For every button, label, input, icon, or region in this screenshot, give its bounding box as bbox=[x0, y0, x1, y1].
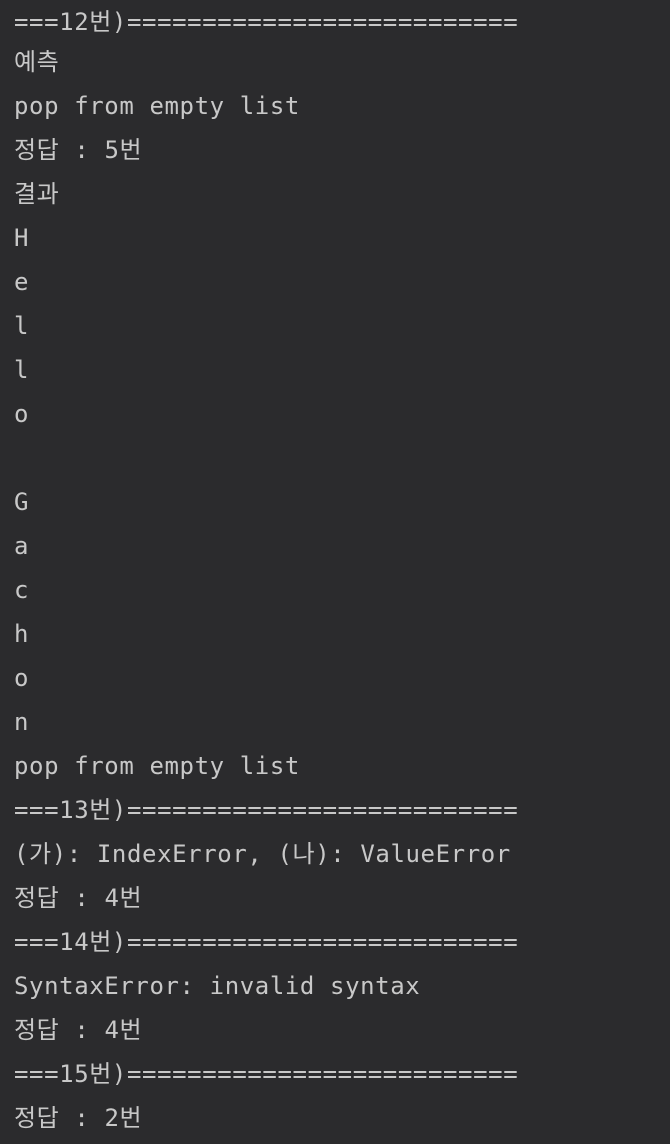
output-line: a bbox=[14, 532, 30, 560]
output-line: SyntaxError: invalid syntax bbox=[14, 972, 421, 1000]
separator-line-12: ===12번)========================== bbox=[14, 8, 519, 36]
answer-line: 정답 : 5번 bbox=[14, 136, 143, 164]
answer-line: 정답 : 4번 bbox=[14, 1016, 143, 1044]
output-line: pop from empty list bbox=[14, 92, 300, 120]
output-line: G bbox=[14, 488, 30, 516]
output-line: H bbox=[14, 224, 30, 252]
output-line: n bbox=[14, 708, 30, 736]
separator-line-14: ===14번)========================== bbox=[14, 928, 519, 956]
output-line: h bbox=[14, 620, 30, 648]
answer-line: 정답 : 4번 bbox=[14, 884, 143, 912]
answer-line: 정답 : 2번 bbox=[14, 1104, 143, 1132]
output-line: 예측 bbox=[14, 48, 60, 76]
output-line: e bbox=[14, 268, 30, 296]
output-line: 결과 bbox=[14, 180, 60, 208]
console-output: ===12번)========================== 예측 pop… bbox=[0, 0, 670, 1144]
output-line: (가): IndexError, (나): ValueError bbox=[14, 840, 511, 868]
output-line: l bbox=[14, 356, 30, 384]
output-line: l bbox=[14, 312, 30, 340]
separator-line-13: ===13번)========================== bbox=[14, 796, 519, 824]
output-line: c bbox=[14, 576, 30, 604]
output-line: pop from empty list bbox=[14, 752, 300, 780]
output-line: o bbox=[14, 664, 30, 692]
output-line: o bbox=[14, 400, 30, 428]
separator-line-15: ===15번)========================== bbox=[14, 1060, 519, 1088]
